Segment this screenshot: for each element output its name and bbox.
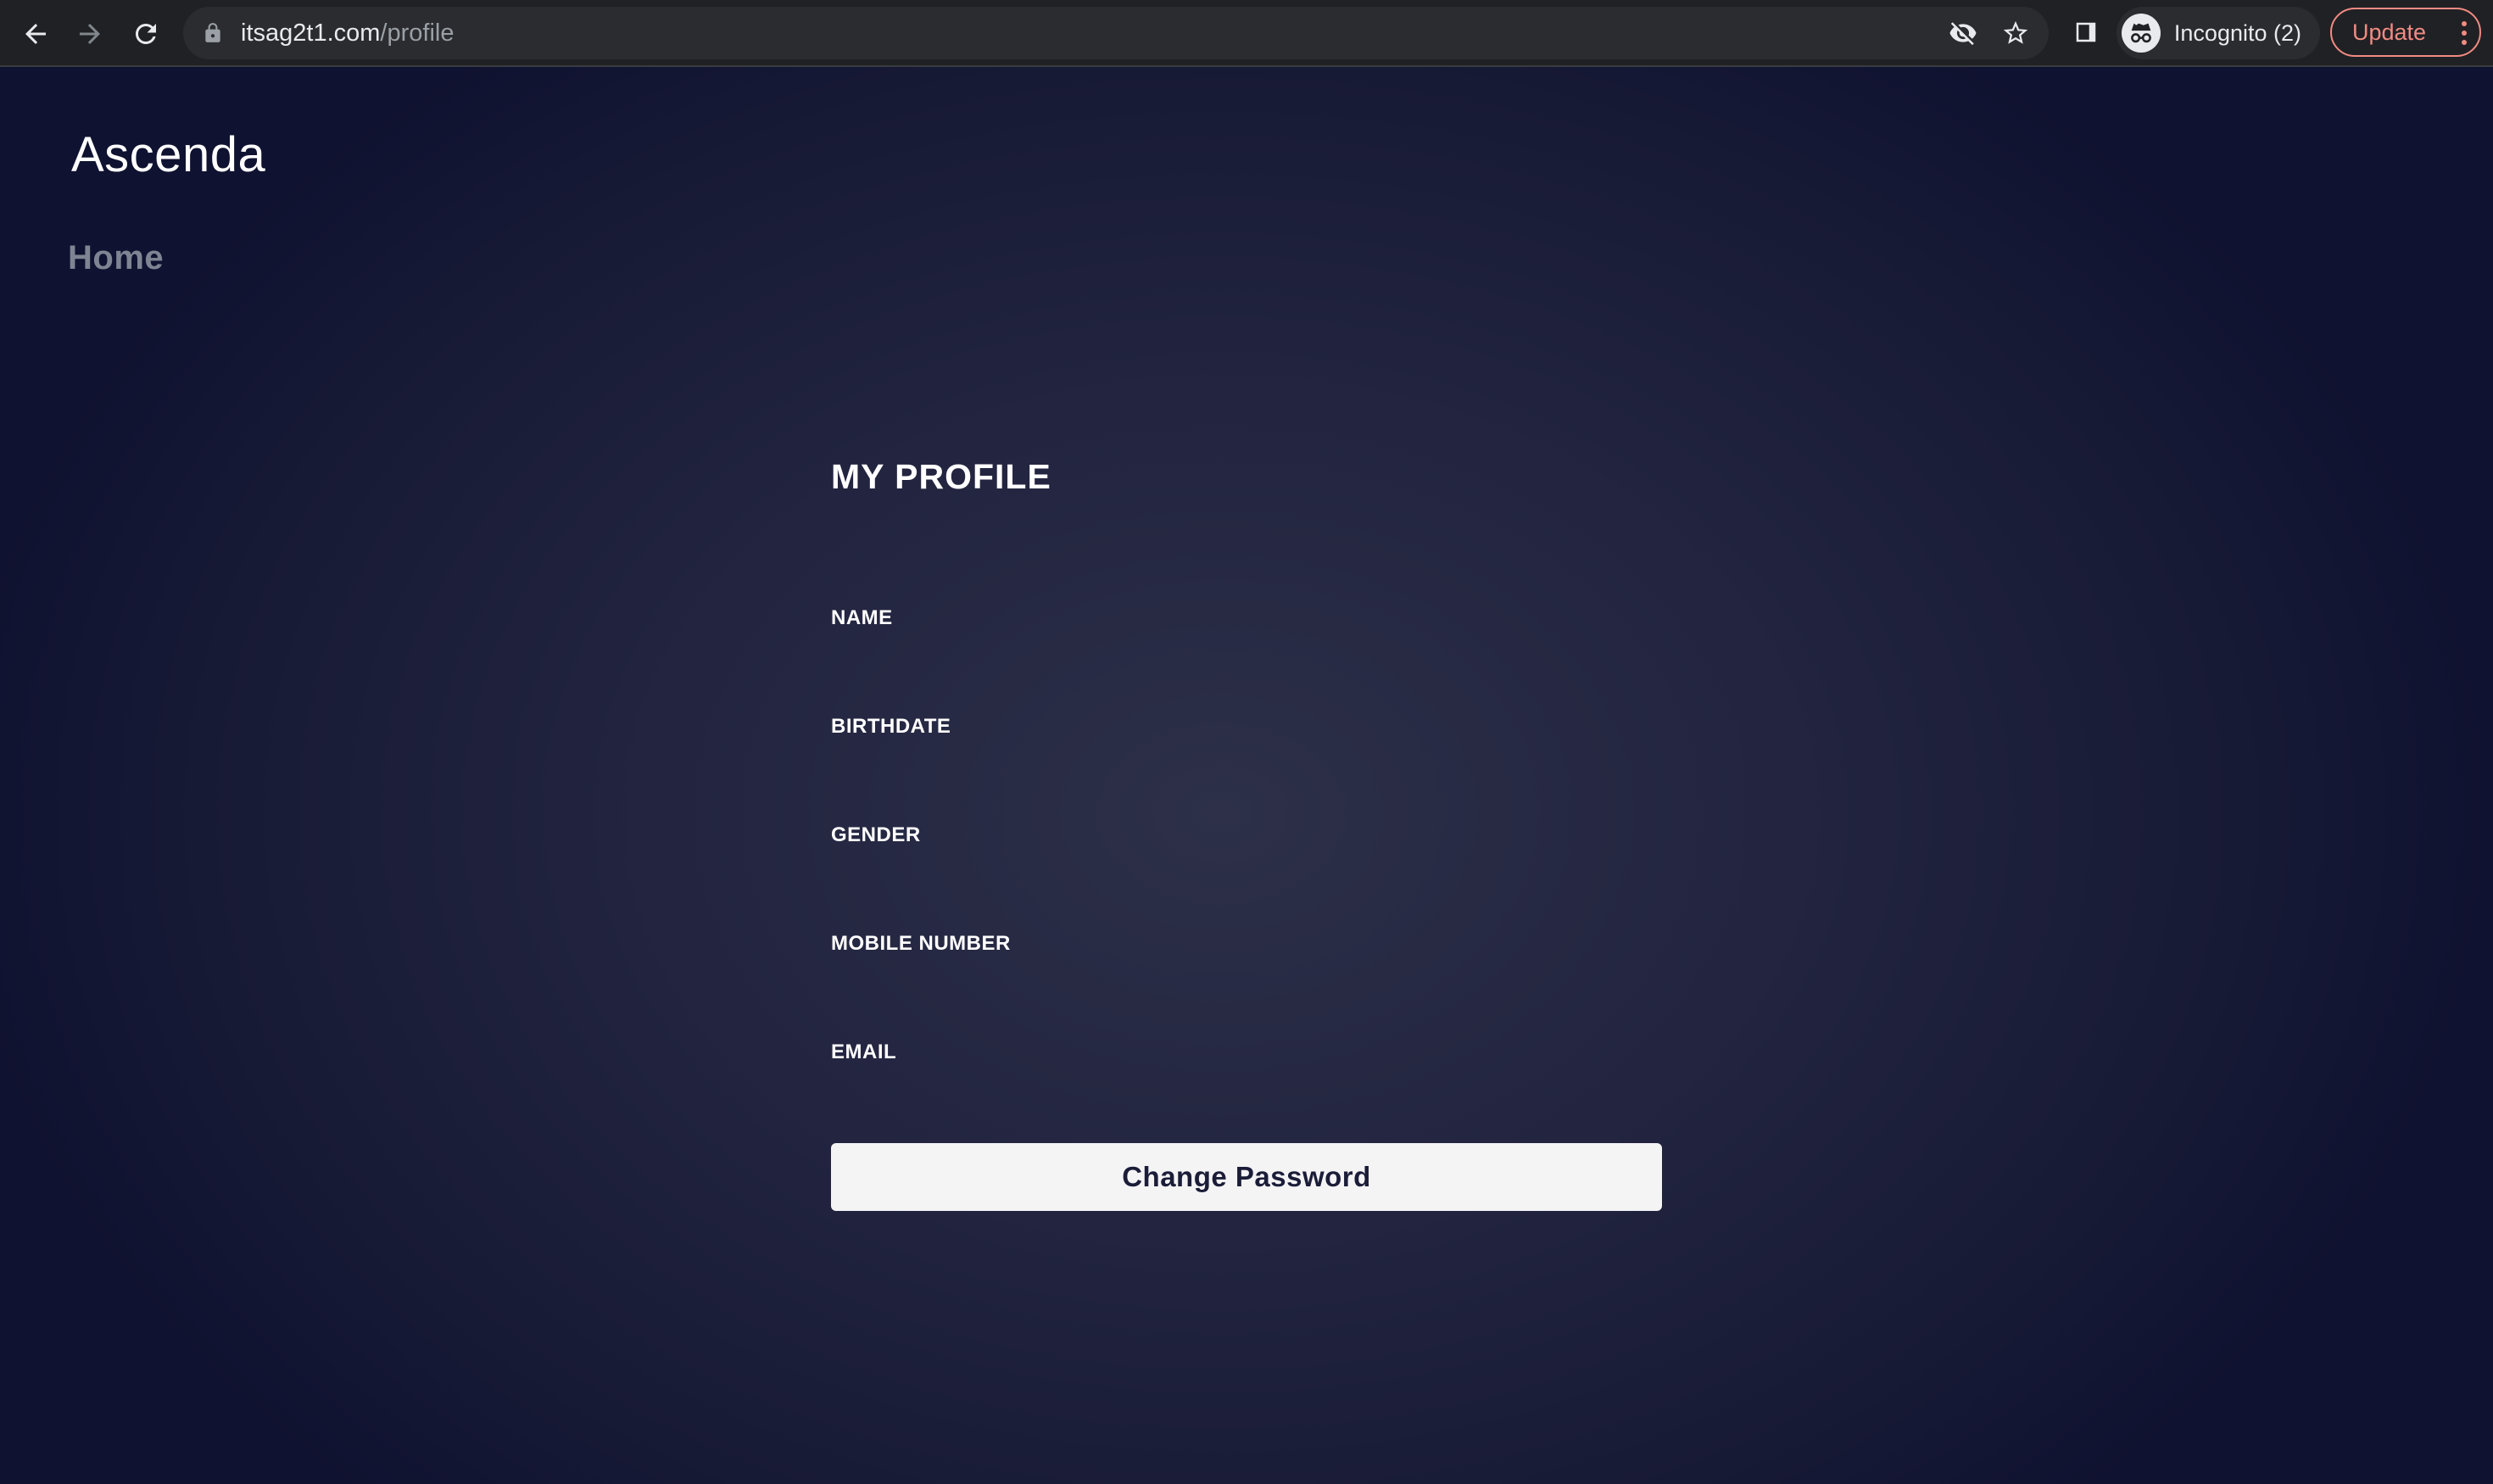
url-text[interactable]: itsag2t1.com/profile xyxy=(241,7,454,59)
name-field-label: NAME xyxy=(831,606,893,629)
browser-toolbar: itsag2t1.com/profile Incognito (2) Updat… xyxy=(0,0,2493,67)
url-path: /profile xyxy=(380,20,455,47)
side-panel-button[interactable] xyxy=(2069,15,2103,49)
page-body: Ascenda Home MY PROFILE NAME BIRTHDATE G… xyxy=(0,67,2493,1484)
side-panel-icon xyxy=(2076,22,2096,42)
nav-home-link[interactable]: Home xyxy=(68,239,164,277)
back-button[interactable] xyxy=(14,12,58,56)
incognito-label: Incognito (2) xyxy=(2173,20,2301,46)
mobile-number-field-label: MOBILE NUMBER xyxy=(831,932,1011,955)
incognito-icon xyxy=(2122,14,2161,53)
star-icon xyxy=(2003,20,2028,44)
change-password-button[interactable]: Change Password xyxy=(831,1143,1662,1211)
email-field-label: EMAIL xyxy=(831,1040,897,1063)
tracking-protection-button[interactable] xyxy=(1949,19,1977,47)
incognito-profile-button[interactable]: Incognito (2) xyxy=(2117,7,2320,59)
gender-field-label: GENDER xyxy=(831,823,921,846)
forward-button[interactable] xyxy=(68,12,112,56)
arrow-right-icon xyxy=(80,24,100,44)
lock-icon xyxy=(205,23,220,42)
site-logo[interactable]: Ascenda xyxy=(71,126,265,183)
birthdate-field-label: BIRTHDATE xyxy=(831,715,951,738)
reload-icon xyxy=(135,23,156,44)
page-title: MY PROFILE xyxy=(831,457,1051,496)
address-bar[interactable]: itsag2t1.com/profile xyxy=(183,7,2049,59)
bookmark-button[interactable] xyxy=(2001,19,2030,47)
update-label: Update xyxy=(2352,19,2427,45)
update-button[interactable]: Update xyxy=(2330,8,2481,57)
reload-button[interactable] xyxy=(124,12,168,56)
eye-off-icon xyxy=(1949,22,1977,46)
arrow-left-icon xyxy=(25,24,46,44)
url-host: itsag2t1.com xyxy=(241,20,381,47)
more-vert-icon xyxy=(2462,21,2467,45)
